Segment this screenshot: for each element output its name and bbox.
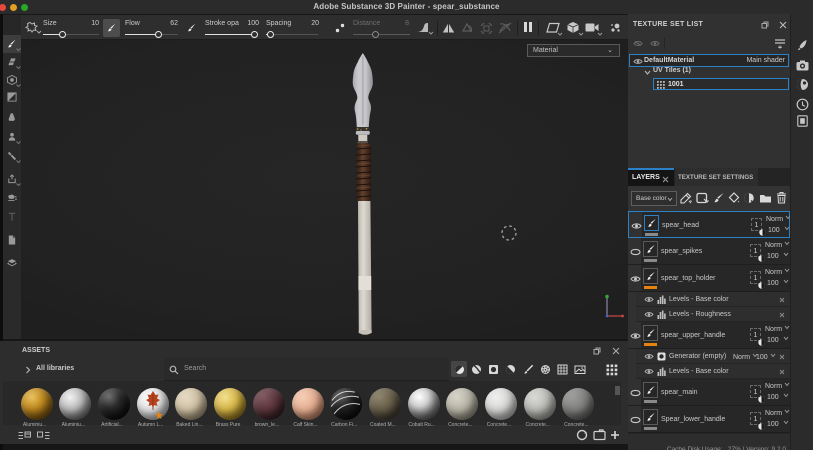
svg-text:1: 1	[15, 196, 18, 202]
